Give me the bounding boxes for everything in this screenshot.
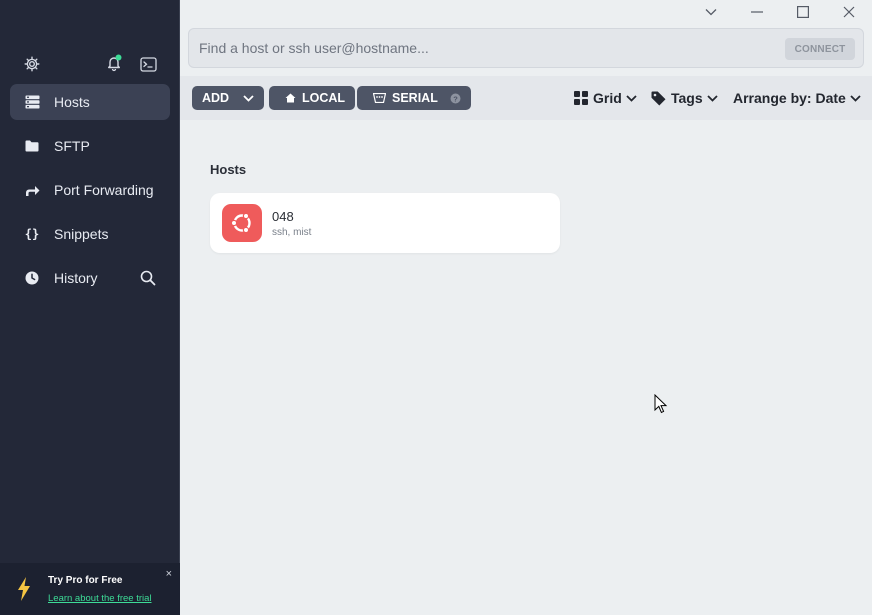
- add-label: ADD: [202, 91, 230, 105]
- search-input[interactable]: [189, 29, 779, 67]
- hosts-icon: [24, 94, 40, 110]
- chevron-down-icon: [707, 94, 718, 102]
- pro-trial-promo: Try Pro for Free Learn about the free tr…: [0, 563, 180, 615]
- folder-icon: [24, 138, 40, 154]
- sidebar-item-label: Hosts: [54, 94, 90, 110]
- ubuntu-icon: [222, 204, 262, 242]
- chevron-down-icon[interactable]: [703, 4, 719, 20]
- port-forward-icon: [24, 182, 40, 198]
- lightning-bolt-icon: [16, 577, 32, 601]
- serial-button[interactable]: SERIAL ?: [357, 86, 471, 110]
- tags-dropdown[interactable]: Tags: [651, 88, 718, 108]
- terminal-icon[interactable]: [139, 55, 157, 73]
- promo-link[interactable]: Learn about the free trial: [48, 593, 152, 604]
- mouse-cursor-icon: [654, 393, 668, 414]
- sidebar-item-label: SFTP: [54, 138, 90, 154]
- settings-gear-icon[interactable]: [23, 55, 41, 73]
- sidebar-item-history[interactable]: History: [10, 260, 170, 296]
- view-mode-label: Grid: [593, 90, 622, 106]
- chevron-down-icon: [850, 94, 861, 102]
- notifications-bell-icon[interactable]: [105, 54, 123, 72]
- sidebar-item-port-forwarding[interactable]: Port Forwarding: [10, 172, 170, 208]
- host-subtitle: ssh, mist: [272, 227, 312, 238]
- local-terminal-button[interactable]: LOCAL: [269, 86, 356, 110]
- close-icon[interactable]: [841, 4, 857, 20]
- chevron-down-icon: [237, 94, 254, 102]
- promo-close-button[interactable]: ×: [166, 568, 172, 580]
- host-search-bar: CONNECT: [188, 28, 864, 68]
- host-card[interactable]: 048 ssh, mist: [210, 193, 560, 253]
- view-mode-dropdown[interactable]: Grid: [574, 88, 637, 108]
- local-label: LOCAL: [302, 91, 346, 105]
- arrange-by-label: Arrange by: Date: [733, 90, 846, 106]
- sidebar: Hosts SFTP Port Forwarding {} Snippets H…: [0, 0, 180, 615]
- section-title-hosts: Hosts: [210, 162, 247, 177]
- add-button[interactable]: ADD: [192, 86, 265, 110]
- history-search-icon[interactable]: [140, 270, 156, 286]
- serial-label: SERIAL: [392, 91, 438, 105]
- clock-icon: [24, 270, 40, 286]
- maximize-icon[interactable]: [795, 4, 811, 20]
- promo-title: Try Pro for Free: [48, 575, 123, 586]
- chevron-down-icon: [626, 94, 637, 102]
- sidebar-top-bar: [0, 52, 180, 76]
- sidebar-nav: Hosts SFTP Port Forwarding {} Snippets H…: [10, 84, 170, 304]
- connect-button[interactable]: CONNECT: [785, 38, 855, 60]
- sidebar-item-hosts[interactable]: Hosts: [10, 84, 170, 120]
- toolbar: ADD LOCAL SERIAL ? Grid Tags Arrange by:…: [180, 76, 872, 120]
- sidebar-item-label: Snippets: [54, 226, 109, 242]
- sidebar-item-sftp[interactable]: SFTP: [10, 128, 170, 164]
- tags-label: Tags: [671, 90, 703, 106]
- home-icon: [279, 93, 296, 103]
- braces-icon: {}: [24, 227, 40, 241]
- host-name: 048: [272, 209, 294, 224]
- serial-port-icon: [367, 93, 386, 103]
- tag-icon: [651, 91, 666, 106]
- sidebar-item-snippets[interactable]: {} Snippets: [10, 216, 170, 252]
- minimize-icon[interactable]: [749, 4, 765, 20]
- help-icon: ?: [444, 93, 461, 104]
- sidebar-item-label: Port Forwarding: [54, 182, 154, 198]
- svg-text:?: ?: [453, 94, 458, 103]
- arrange-by-dropdown[interactable]: Arrange by: Date: [733, 88, 861, 108]
- grid-icon: [574, 91, 588, 105]
- sidebar-item-label: History: [54, 270, 98, 286]
